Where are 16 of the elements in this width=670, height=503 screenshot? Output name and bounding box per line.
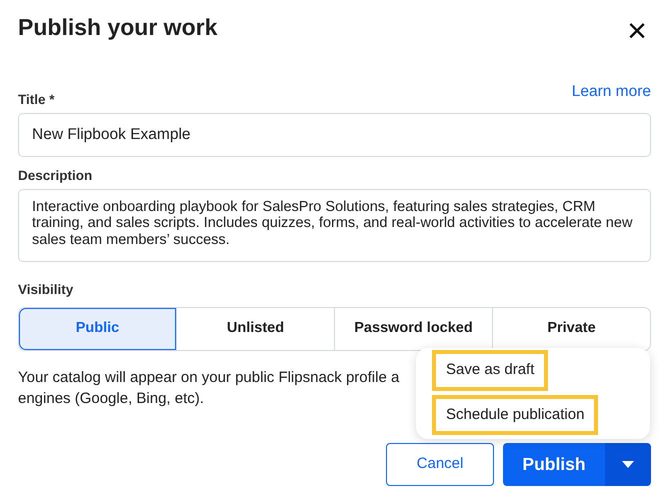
help-text-line: engines (Google, Bing, etc). <box>18 389 204 409</box>
close-button[interactable]: × <box>623 14 651 48</box>
field-label: Visibility <box>18 281 74 299</box>
field-label: Title * <box>18 91 55 110</box>
field-label: Description <box>18 166 94 184</box>
title-input[interactable]: New Flipbook Example <box>18 113 651 156</box>
learn-more-link[interactable]: Learn more <box>572 80 651 104</box>
publish-button[interactable]: Publish <box>503 443 605 486</box>
menu-item[interactable]: Save as draft <box>432 350 548 390</box>
menu-item[interactable]: Schedule publication <box>432 394 598 435</box>
dialog-title: Publish your work <box>18 14 218 42</box>
description-input[interactable]: Interactive onboarding playbook for SalesPro Solutions, featuring sales strategies, CRM training, and sales scripts. Includes quizzes, forms, and real-world activities to accelerate new sales team members’ success. <box>18 188 651 262</box>
help-text-line: Your catalog will appear on your public Flipsnack profile a <box>18 368 400 388</box>
cancel-button[interactable]: Cancel <box>386 443 494 486</box>
visibility-option[interactable]: Public <box>19 308 176 350</box>
visibility-option[interactable]: Private <box>492 308 650 350</box>
